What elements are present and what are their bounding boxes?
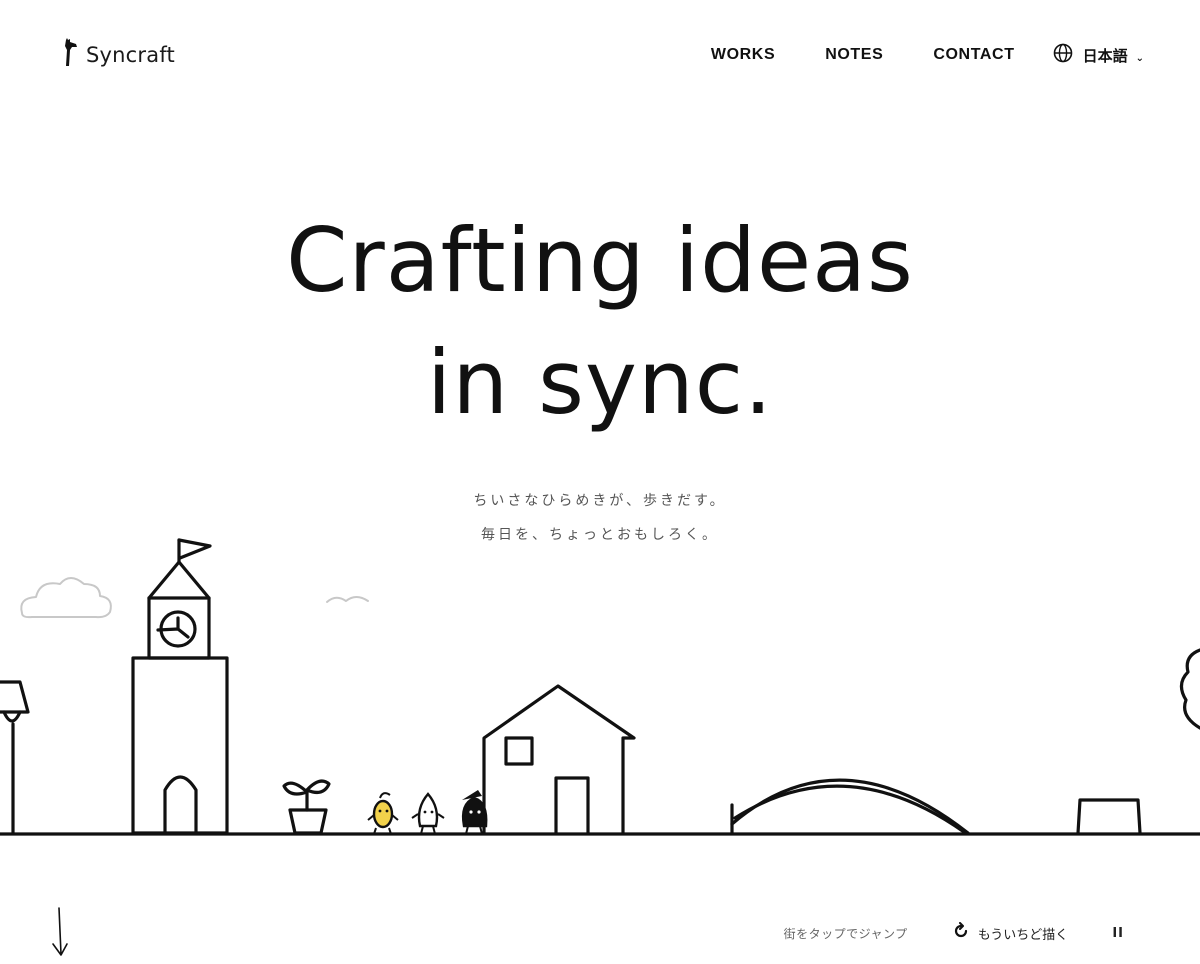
bridge-icon bbox=[730, 778, 970, 835]
language-label: 日本語 bbox=[1082, 46, 1128, 65]
redraw-label: もういちど描く bbox=[977, 927, 1069, 943]
step-block-icon bbox=[1076, 798, 1142, 835]
giraffe-logo-icon bbox=[60, 38, 80, 72]
nav-notes-link[interactable]: NOTES bbox=[825, 46, 883, 64]
language-selector[interactable]: 日本語 ⌄ bbox=[1053, 43, 1144, 67]
globe-icon bbox=[1053, 43, 1073, 67]
redraw-button[interactable]: もういちど描く bbox=[952, 922, 1069, 944]
arrow-down-icon bbox=[48, 907, 72, 962]
town-scene[interactable] bbox=[0, 530, 1200, 860]
scroll-down-button[interactable] bbox=[48, 906, 72, 962]
hero-title-line2: in sync. bbox=[426, 331, 774, 434]
refresh-icon bbox=[952, 922, 970, 944]
brand-logo[interactable]: Syncraft bbox=[60, 38, 175, 72]
character-white-icon bbox=[411, 792, 445, 835]
tagline-line1: ちいさなひらめきが、歩きだす。 bbox=[473, 493, 727, 509]
nav-works-link[interactable]: WORKS bbox=[711, 46, 775, 64]
scene-controls: 街をタップでジャンプ もういちど描く II bbox=[784, 922, 1124, 944]
house-icon bbox=[482, 684, 636, 835]
pause-button[interactable]: II bbox=[1112, 926, 1124, 941]
page: Syncraft WORKS NOTES CONTACT 日本語 ⌄ Craft… bbox=[0, 0, 1200, 964]
chevron-down-icon: ⌄ bbox=[1135, 52, 1144, 64]
scene-hint: 街をタップでジャンプ bbox=[783, 926, 908, 941]
character-yellow-icon bbox=[367, 792, 399, 835]
cloud-icon bbox=[20, 577, 112, 619]
hero-title: Crafting ideas in sync. bbox=[0, 200, 1200, 444]
nav-contact-link[interactable]: CONTACT bbox=[933, 46, 1014, 64]
street-lamp-icon bbox=[0, 680, 30, 835]
hero-title-line1: Crafting ideas bbox=[286, 209, 914, 312]
plant-icon bbox=[282, 779, 331, 835]
bird-icon bbox=[326, 596, 369, 603]
clock-tower-icon bbox=[131, 538, 229, 835]
brand-name: Syncraft bbox=[86, 43, 175, 67]
main-nav: WORKS NOTES CONTACT 日本語 ⌄ bbox=[711, 43, 1144, 67]
tree-icon bbox=[1179, 648, 1200, 730]
